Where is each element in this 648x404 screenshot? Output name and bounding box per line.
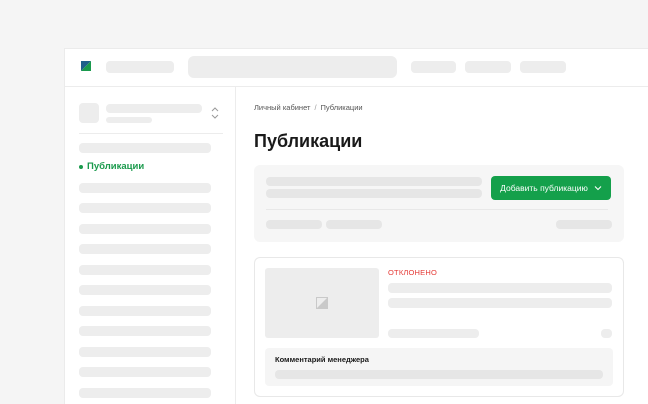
manager-comment: Комментарий менеджера	[265, 348, 613, 386]
filter-field-placeholder[interactable]	[266, 177, 482, 186]
account-name-placeholder	[106, 104, 202, 113]
app-window: Публикации Личный кабинет / Публикации Пуб…	[64, 48, 648, 404]
account-avatar[interactable]	[79, 103, 99, 123]
filter-field-placeholder[interactable]	[266, 189, 482, 198]
sidebar-item[interactable]	[79, 367, 211, 377]
sidebar-item[interactable]	[79, 265, 211, 275]
publication-title-placeholder	[388, 298, 612, 308]
search-input[interactable]	[188, 56, 397, 78]
sidebar-item[interactable]	[79, 285, 211, 295]
breadcrumb-separator: /	[314, 103, 317, 112]
chevron-down-icon	[594, 186, 602, 191]
logo-icon[interactable]	[81, 61, 91, 71]
sidebar-item[interactable]	[79, 203, 211, 213]
top-menu-item-3[interactable]	[520, 61, 566, 73]
sidebar-item[interactable]	[79, 224, 211, 234]
sidebar-item[interactable]	[79, 183, 211, 193]
account-subtitle-placeholder	[106, 117, 152, 123]
publication-thumbnail[interactable]	[265, 268, 379, 338]
image-placeholder-icon	[316, 297, 328, 309]
sidebar: Публикации	[65, 87, 236, 404]
top-bar	[65, 49, 648, 87]
top-menu-item-2[interactable]	[465, 61, 511, 73]
sidebar-item-label: Публикации	[87, 161, 145, 172]
sidebar-item[interactable]	[79, 306, 211, 316]
comment-title: Комментарий менеджера	[275, 355, 369, 364]
sidebar-item[interactable]	[79, 244, 211, 254]
chevron-up-down-icon[interactable]	[210, 106, 220, 120]
active-dot-icon	[79, 165, 83, 169]
top-menu-item-1[interactable]	[411, 61, 456, 73]
add-publication-label: Добавить публикацию	[500, 183, 588, 193]
breadcrumb: Личный кабинет / Публикации	[254, 103, 363, 113]
publication-meta-placeholder	[388, 329, 479, 338]
publication-card[interactable]: ОТКЛОНЕНО Комментарий менеджера	[254, 257, 624, 397]
breadcrumb-item-account[interactable]: Личный кабинет	[254, 103, 310, 112]
filter-tag-placeholder[interactable]	[266, 220, 322, 229]
sidebar-item-publications[interactable]: Публикации	[79, 160, 144, 174]
top-nav-placeholder	[106, 61, 174, 73]
card-action-placeholder[interactable]	[601, 329, 612, 338]
sidebar-divider	[79, 133, 223, 134]
sidebar-item[interactable]	[79, 143, 211, 153]
filter-divider	[266, 209, 608, 210]
filter-panel: Добавить публикацию	[254, 165, 624, 242]
publication-title-placeholder	[388, 283, 612, 293]
sidebar-item[interactable]	[79, 347, 211, 357]
filter-tag-placeholder[interactable]	[326, 220, 382, 229]
sidebar-item[interactable]	[79, 326, 211, 336]
main-content: Личный кабинет / Публикации Публикации Доб…	[236, 87, 648, 404]
page-title: Публикации	[254, 131, 363, 151]
comment-text-placeholder	[275, 370, 603, 379]
status-badge: ОТКЛОНЕНО	[388, 268, 438, 277]
add-publication-button[interactable]: Добавить публикацию	[491, 176, 611, 200]
sort-control-placeholder[interactable]	[556, 220, 612, 229]
breadcrumb-item-current: Публикации	[320, 103, 363, 112]
sidebar-item[interactable]	[79, 388, 211, 398]
